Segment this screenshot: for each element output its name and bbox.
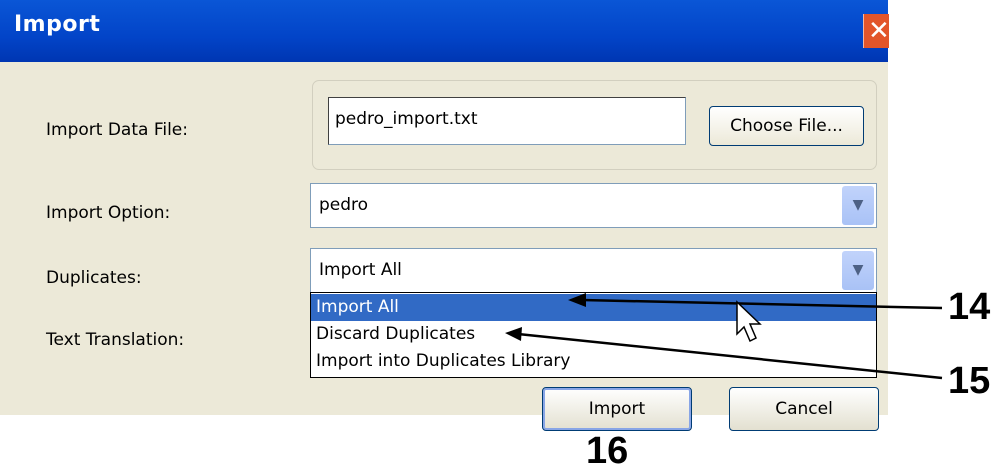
callout-15-arrow (517, 332, 943, 380)
callout-14-arrowhead (568, 293, 586, 307)
callout-15-arrowhead (505, 327, 522, 341)
mouse-pointer-icon (736, 300, 762, 343)
callout-label-14: 14 (948, 286, 991, 328)
callout-label-16: 16 (586, 430, 629, 472)
callout-14-arrow (581, 298, 943, 310)
callout-label-15: 15 (948, 360, 991, 402)
annotation-overlay (505, 293, 943, 380)
